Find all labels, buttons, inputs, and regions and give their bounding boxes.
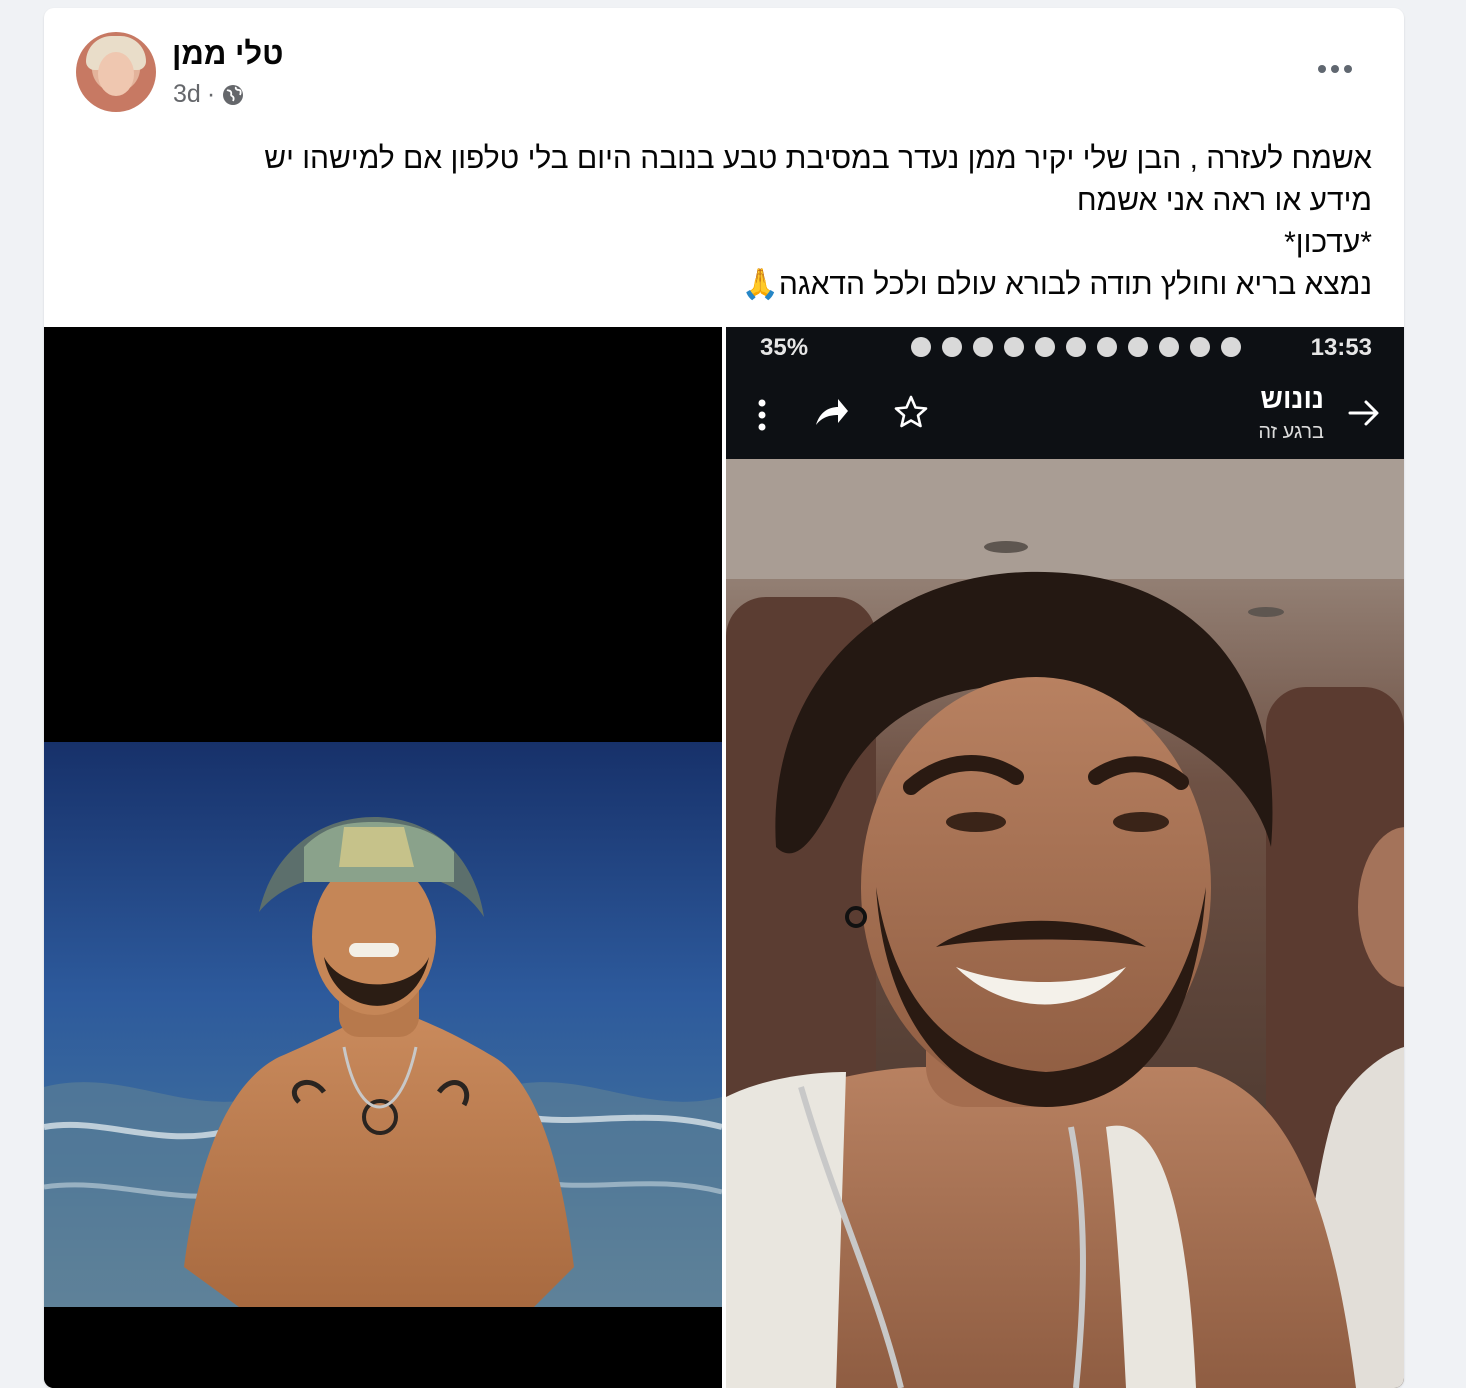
microphone-icon (1128, 337, 1148, 357)
photo-grid: 35% 13:53 נונוש ברגע זה (44, 327, 1404, 1388)
share-icon[interactable] (814, 397, 850, 429)
photo-beach[interactable] (44, 327, 722, 1388)
post-timestamp[interactable]: 3d (173, 80, 201, 109)
selfie-photo-illustration (726, 459, 1404, 1388)
post-text: אשמח לעזרה , הבן שלי יקיר ממן נעדר במסיב… (122, 138, 1372, 306)
add-user-icon (1066, 337, 1086, 357)
phone-status-bar: 35% 13:53 (726, 327, 1404, 371)
shopping-bag-icon (942, 337, 962, 357)
post-text-line: אשמח לעזרה , הבן שלי יקיר ממן נעדר במסיב… (264, 142, 1372, 175)
meta-separator: · (206, 80, 216, 108)
ellipsis-icon (1318, 65, 1326, 73)
whatsapp-icon (1221, 337, 1241, 357)
post-text-line: מידע או ראה אני אשמח (1076, 184, 1372, 217)
globe-icon[interactable] (221, 83, 245, 107)
status-clock: 13:53 (1310, 334, 1372, 361)
more-options-button[interactable] (1310, 52, 1360, 86)
star-icon[interactable] (894, 395, 928, 429)
message-icon (1097, 337, 1117, 357)
post-card: טלי ממן 3d · אשמח לעזרה , הבן שלי יקיר מ… (44, 8, 1404, 1388)
post-text-line: נמצא בריא וחולץ תודה לבורא עולם ולכל הדא… (741, 268, 1372, 301)
battery-level: 35% (760, 334, 809, 361)
snapchat-icon (973, 337, 993, 357)
chat-contact-status: ברגע זה (1258, 421, 1324, 443)
author-avatar[interactable] (76, 32, 156, 112)
arrow-right-icon[interactable] (1348, 397, 1380, 429)
post-meta: 3d · (173, 80, 245, 109)
tiktok-icon (911, 337, 931, 357)
notification-icons (911, 337, 1241, 357)
chat-header: נונוש ברגע זה (726, 371, 1404, 459)
instagram-icon (1159, 337, 1179, 357)
snapchat-icon (1004, 337, 1024, 357)
chat-contact-name: נונוש (1260, 383, 1324, 414)
beach-photo-illustration (44, 327, 722, 1388)
kebab-menu-icon[interactable] (754, 399, 770, 431)
telegram-icon (1190, 337, 1210, 357)
avatar-face (98, 52, 134, 96)
post-text-line: *עדכון* (1284, 226, 1372, 259)
ellipsis-dot (1344, 65, 1352, 73)
author-name[interactable]: טלי ממן (172, 36, 283, 72)
message-icon (1035, 337, 1055, 357)
ellipsis-dot (1331, 65, 1339, 73)
photo-chat-screenshot[interactable]: 35% 13:53 נונוש ברגע זה (726, 327, 1404, 1388)
